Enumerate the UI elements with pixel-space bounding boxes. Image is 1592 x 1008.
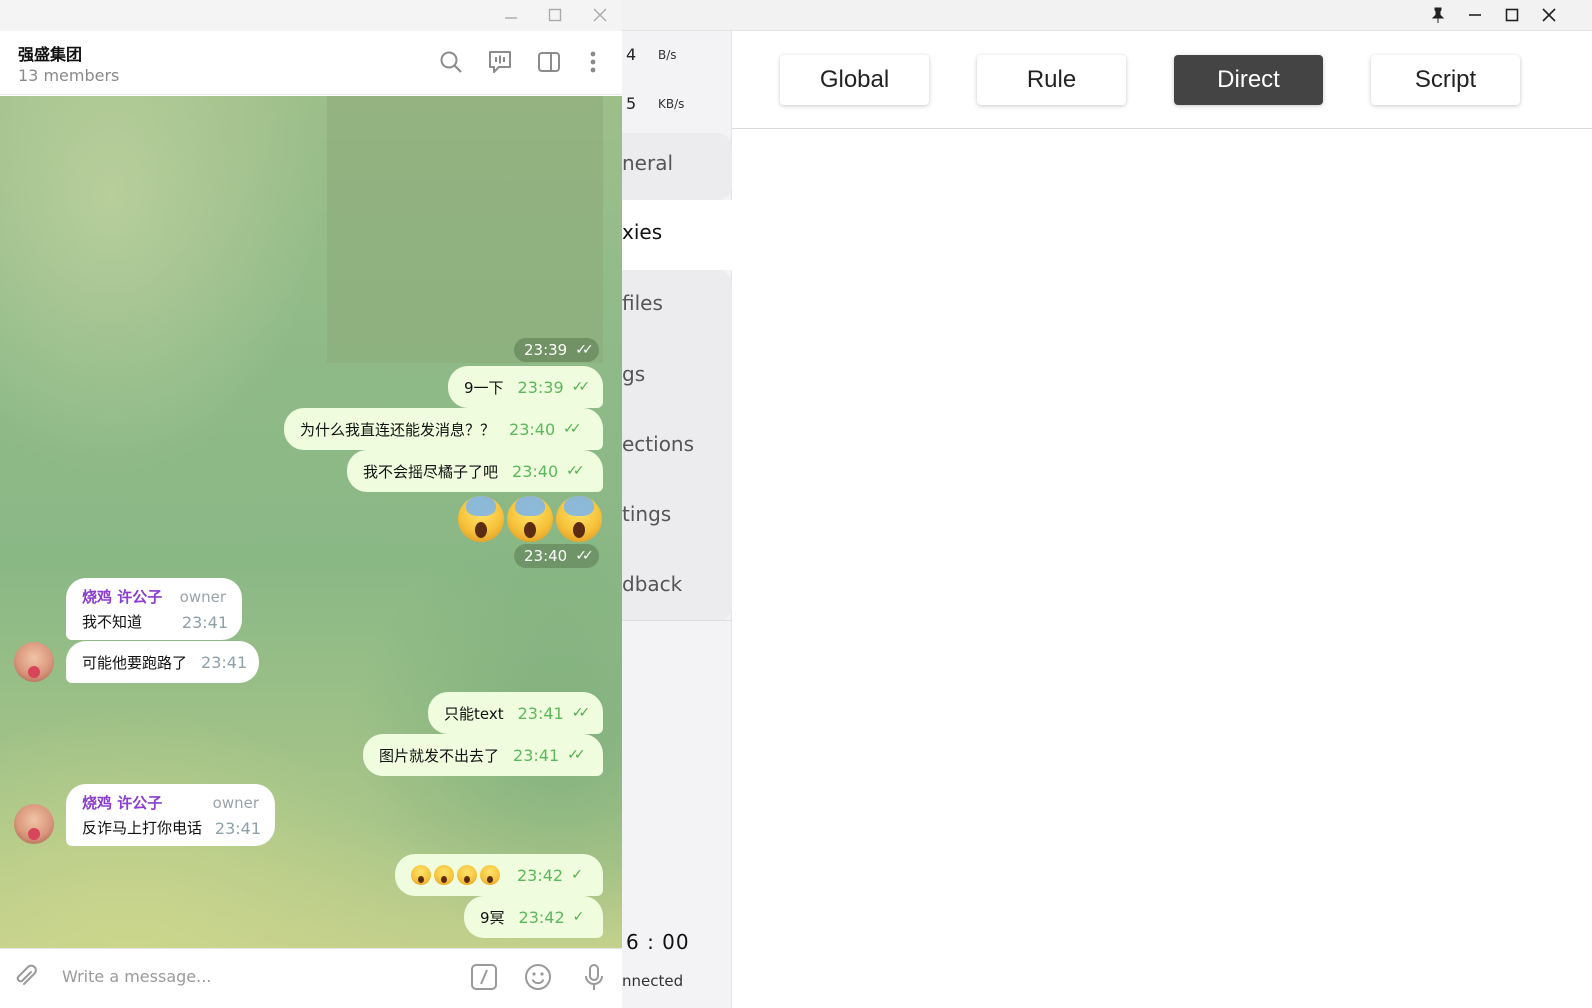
upload-speed: 4 B/s bbox=[626, 45, 677, 64]
close-icon[interactable] bbox=[585, 4, 615, 26]
outgoing-message[interactable]: 9冥 23:42 ✓ bbox=[464, 896, 603, 938]
proxy-mode-bar: Global Rule Direct Script bbox=[732, 31, 1592, 129]
proxy-app-titlebar bbox=[622, 0, 1592, 31]
sidebar-item-logs[interactable]: gs bbox=[622, 362, 732, 386]
screaming-emoji bbox=[457, 865, 477, 885]
close-icon[interactable] bbox=[1535, 4, 1563, 26]
sidebar-item-general[interactable]: neral bbox=[622, 151, 732, 175]
uptime-clock: 6 : 00 bbox=[626, 930, 690, 954]
upload-speed-value: 4 bbox=[626, 45, 637, 64]
sender-role: owner bbox=[179, 588, 226, 606]
download-speed-value: 5 bbox=[626, 94, 637, 113]
minimize-icon[interactable] bbox=[1461, 4, 1489, 26]
mode-direct-button[interactable]: Direct bbox=[1174, 55, 1323, 105]
emoji-icon[interactable] bbox=[524, 963, 554, 993]
telegram-window: 强盛集团 13 members 23:39 ✓✓ 9一下 23:39 ✓✓ 为什么我直… bbox=[0, 0, 622, 1008]
sidebar-divider bbox=[622, 620, 732, 621]
outgoing-message[interactable]: 只能text 23:41 ✓✓ bbox=[428, 692, 603, 734]
screaming-emoji bbox=[458, 496, 504, 542]
incoming-message[interactable]: 烧鸡 许公子 owner 反诈马上打你电话 23:41 bbox=[66, 784, 275, 846]
outgoing-message[interactable]: 图片就发不出去了 23:41 ✓✓ bbox=[363, 734, 603, 776]
screaming-emoji bbox=[411, 865, 431, 885]
member-count: 13 members bbox=[18, 66, 120, 85]
outgoing-message[interactable]: 23:42 ✓ bbox=[395, 854, 603, 896]
incoming-message[interactable]: 可能他要跑路了 23:41 bbox=[66, 641, 259, 683]
compose-bar: Write a message... bbox=[0, 948, 622, 1008]
sidebar-item-feedback[interactable]: dback bbox=[622, 572, 732, 596]
mode-rule-button[interactable]: Rule bbox=[977, 55, 1126, 105]
avatar[interactable] bbox=[14, 804, 54, 844]
commands-icon[interactable] bbox=[470, 963, 500, 993]
maximize-icon[interactable] bbox=[1498, 4, 1526, 26]
connection-status: nnected bbox=[622, 972, 684, 990]
microphone-icon[interactable] bbox=[580, 963, 610, 993]
download-speed: 5 KB/s bbox=[626, 94, 684, 113]
photo-timestamp: 23:39 ✓✓ bbox=[514, 338, 599, 362]
voice-chat-icon[interactable] bbox=[487, 49, 515, 77]
sidebar-item-profiles[interactable]: files bbox=[622, 291, 732, 315]
outgoing-message[interactable]: 为什么我直连还能发消息？？ 23:40 ✓✓ bbox=[284, 408, 603, 450]
screaming-emoji bbox=[434, 865, 454, 885]
sender-role: owner bbox=[212, 794, 259, 812]
chat-header[interactable]: 强盛集团 13 members bbox=[0, 31, 622, 95]
download-speed-unit: KB/s bbox=[658, 97, 685, 111]
telegram-titlebar bbox=[0, 0, 622, 31]
photo-message[interactable] bbox=[327, 96, 603, 363]
screaming-emoji bbox=[480, 865, 500, 885]
upload-speed-unit: B/s bbox=[658, 48, 677, 62]
pin-icon[interactable] bbox=[1424, 4, 1452, 26]
search-icon[interactable] bbox=[438, 49, 466, 77]
attach-icon[interactable] bbox=[12, 963, 42, 993]
minimize-icon[interactable] bbox=[496, 4, 526, 26]
sidebar-toggle-icon[interactable] bbox=[536, 49, 564, 77]
message-input[interactable]: Write a message... bbox=[62, 967, 211, 986]
message-list[interactable]: 23:39 ✓✓ 9一下 23:39 ✓✓ 为什么我直连还能发消息？？ 23:40 ✓✓ … bbox=[0, 96, 622, 948]
avatar[interactable] bbox=[14, 642, 54, 682]
screaming-emoji bbox=[556, 496, 602, 542]
chat-title[interactable]: 强盛集团 bbox=[18, 41, 82, 65]
sidebar-item-settings[interactable]: tings bbox=[622, 502, 732, 526]
mode-global-button[interactable]: Global bbox=[780, 55, 929, 105]
screaming-emoji bbox=[507, 496, 553, 542]
sidebar-item-connections[interactable]: ections bbox=[622, 432, 732, 456]
more-menu-icon[interactable] bbox=[580, 49, 608, 77]
incoming-message[interactable]: 烧鸡 许公子 owner 我不知道 23:41 bbox=[66, 578, 242, 640]
emoji-timestamp: 23:40 ✓✓ bbox=[514, 544, 599, 568]
proxy-sidebar: 4 B/s 5 KB/s neral xies files gs ections… bbox=[622, 31, 732, 1008]
sidebar-item-proxies[interactable]: xies bbox=[622, 200, 732, 270]
outgoing-message[interactable]: 我不会摇尽橘子了吧 23:40 ✓✓ bbox=[347, 450, 603, 492]
outgoing-message[interactable]: 9一下 23:39 ✓✓ bbox=[448, 366, 603, 408]
maximize-icon[interactable] bbox=[540, 4, 570, 26]
mode-script-button[interactable]: Script bbox=[1371, 55, 1520, 105]
